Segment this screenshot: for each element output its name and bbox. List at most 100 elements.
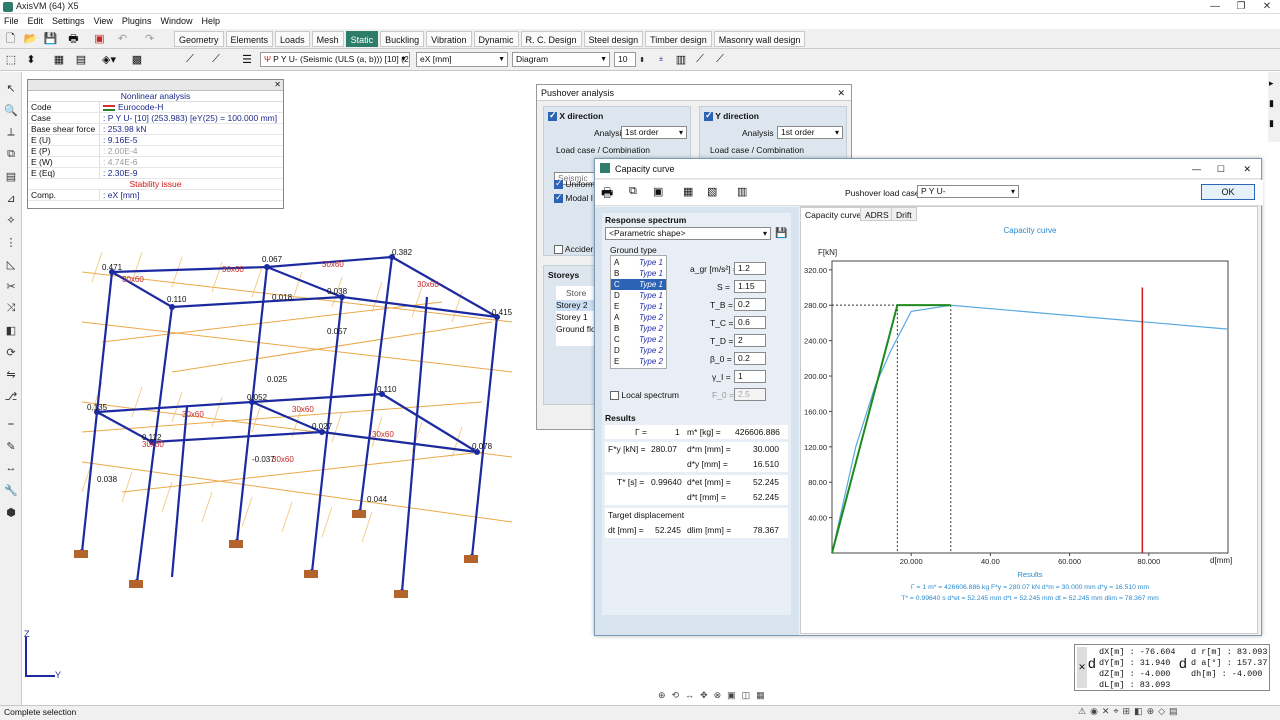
tab-masonry-wall-design[interactable]: Masonry wall design <box>713 31 806 47</box>
s-input[interactable]: 1.15 <box>734 280 766 293</box>
ground-type-item[interactable]: E Type 2 <box>611 356 666 367</box>
measure-icon[interactable]: ◺ <box>3 256 19 272</box>
open-folder-icon[interactable]: 📂 <box>24 33 38 46</box>
analysis-x-select[interactable]: 1st order <box>621 126 687 139</box>
menu-view[interactable]: View <box>94 14 113 29</box>
print-icon[interactable]: 🖶 <box>67 33 80 46</box>
new-file-icon[interactable]: 🗋 <box>4 33 17 46</box>
link-icon[interactable]: ⎇ <box>3 388 19 404</box>
status-icons[interactable]: ⚠◉✕⌖⊞◧⊕◇▤ <box>1078 706 1182 717</box>
beta0-input[interactable]: 0.2 <box>734 352 766 365</box>
accidental-checkbox[interactable] <box>554 245 563 255</box>
gamma-i-input[interactable]: 1 <box>734 370 766 383</box>
tab-vibration[interactable]: Vibration <box>426 31 472 47</box>
right-panel-icon[interactable]: ▮ <box>1269 118 1274 129</box>
menu-edit[interactable]: Edit <box>28 14 44 29</box>
linear-analysis-icon[interactable]: ⟋ <box>180 52 200 67</box>
ok-button[interactable]: OK <box>1201 184 1255 200</box>
maximize-button[interactable]: ❐ <box>1228 0 1254 14</box>
info-icon[interactable]: ⬢ <box>3 504 19 520</box>
tab-loads[interactable]: Loads <box>275 31 310 47</box>
load-case-select[interactable]: ΨP Y U- (Seismic (ULS (a, b))) [10] (25 ▼ <box>260 52 410 67</box>
menu-settings[interactable]: Settings <box>52 14 85 29</box>
dimension-icon[interactable]: ↔ <box>3 460 19 476</box>
ground-type-item[interactable]: A Type 1 <box>611 257 666 268</box>
print-icon[interactable]: 🖶 <box>601 184 613 206</box>
tc-input[interactable]: 0.6 <box>734 316 766 329</box>
menu-plugins[interactable]: Plugins <box>122 14 152 29</box>
y-direction-checkbox[interactable] <box>704 110 713 122</box>
tab-dynamic[interactable]: Dynamic <box>473 31 519 47</box>
spectrum-shape-select[interactable]: <Parametric shape> <box>605 227 771 240</box>
step-spinner[interactable]: ⬍ <box>637 52 647 67</box>
tab-timber-design[interactable]: Timber design <box>645 31 712 47</box>
local-spectrum-checkbox[interactable] <box>610 391 619 401</box>
pointer-icon[interactable]: ↖ <box>3 80 19 96</box>
layers-icon[interactable]: ⬚ <box>4 52 18 67</box>
view-mode-icon[interactable]: ◈▾ <box>98 52 120 67</box>
report-icon[interactable]: ▤ <box>74 52 88 67</box>
tab-buckling[interactable]: Buckling <box>380 31 425 47</box>
close-button[interactable]: ✕ <box>1254 0 1280 14</box>
table-icon[interactable]: ▦ <box>683 185 693 198</box>
menu-help[interactable]: Help <box>201 14 220 29</box>
ruler-icon[interactable]: ⎯ <box>3 416 19 432</box>
save-icon[interactable]: 💾 <box>775 228 787 239</box>
menu-window[interactable]: Window <box>160 14 192 29</box>
scissors-icon[interactable]: ✂ <box>3 278 19 294</box>
mirror-icon[interactable]: ⇋ <box>3 366 19 382</box>
tb-input[interactable]: 0.2 <box>734 298 766 311</box>
minimize-icon[interactable]: — <box>1192 159 1201 179</box>
palette-icon[interactable]: ▤ <box>3 168 19 184</box>
beam-icon[interactable]: ⊿ <box>3 190 19 206</box>
section-icon[interactable]: ▥ <box>674 52 688 67</box>
display-mode-select[interactable]: Diagram ▼ <box>512 52 610 67</box>
close-icon[interactable]: ✕ <box>274 80 281 89</box>
modal-checkbox[interactable] <box>554 192 563 204</box>
storey-item[interactable]: Storey 1 <box>556 312 588 322</box>
x-direction-checkbox[interactable] <box>548 110 557 122</box>
tab-drift[interactable]: Drift <box>891 207 917 221</box>
uniform-checkbox[interactable] <box>554 178 563 190</box>
storey-item[interactable]: Storey 2 <box>556 300 596 311</box>
settings-icon[interactable]: ▥ <box>737 185 747 198</box>
tab-elements[interactable]: Elements <box>225 31 274 47</box>
calculate-icon[interactable]: ▩ <box>130 52 144 67</box>
ground-type-item[interactable]: C Type 2 <box>611 334 666 345</box>
pdf-icon[interactable]: ▣ <box>93 33 106 46</box>
storey-item[interactable]: Ground flo <box>556 324 596 334</box>
tab-static[interactable]: Static <box>345 31 379 47</box>
wrench-icon[interactable]: 🔧 <box>3 482 19 498</box>
save-icon[interactable]: 💾 <box>44 33 58 46</box>
brush-icon[interactable]: ✎ <box>3 438 19 454</box>
right-arrow-icon[interactable]: ▸ <box>1269 78 1274 89</box>
menu-file[interactable]: File <box>4 14 19 29</box>
component-select[interactable]: eX [mm] ▼ <box>416 52 508 67</box>
ground-type-item[interactable]: B Type 2 <box>611 323 666 334</box>
table-icon[interactable]: ▦ <box>52 52 66 67</box>
tab-mesh[interactable]: Mesh <box>311 31 344 47</box>
copy-icon[interactable]: ⧉ <box>3 146 19 162</box>
tab-geometry[interactable]: Geometry <box>174 31 224 47</box>
coord-close-icon[interactable]: ✕ <box>1077 647 1087 688</box>
rotate-icon[interactable]: ⟳ <box>3 344 19 360</box>
min-max-icon[interactable]: ± <box>652 52 670 67</box>
axis-icon[interactable]: ⟂ <box>3 124 19 140</box>
chart-icon[interactable]: ▧ <box>707 185 717 198</box>
pushover-case-select[interactable]: P Y U- <box>917 185 1019 198</box>
ground-type-item[interactable]: C Type 1 <box>611 279 666 290</box>
move-icon[interactable]: ⤨ <box>3 300 19 316</box>
td-input[interactable]: 2 <box>734 334 766 347</box>
plane-icon[interactable]: ◧ <box>3 322 19 338</box>
step-input[interactable]: 10 <box>614 52 636 67</box>
ground-type-item[interactable]: A Type 2 <box>611 312 666 323</box>
ground-type-item[interactable]: B Type 1 <box>611 268 666 279</box>
grid-icon[interactable]: ⋮ <box>3 234 19 250</box>
tab-adrs[interactable]: ADRS <box>860 207 894 221</box>
ground-type-item[interactable]: D Type 1 <box>611 290 666 301</box>
view-navigation-icons[interactable]: ⊕⟲↔✥⊗▣◫▦ <box>658 690 771 701</box>
maximize-icon[interactable]: ☐ <box>1217 159 1225 179</box>
zoom-icon[interactable]: 🔍 <box>3 102 19 118</box>
tab-rc-design[interactable]: R. C. Design <box>520 31 582 47</box>
report-icon[interactable]: ▣ <box>653 185 663 198</box>
